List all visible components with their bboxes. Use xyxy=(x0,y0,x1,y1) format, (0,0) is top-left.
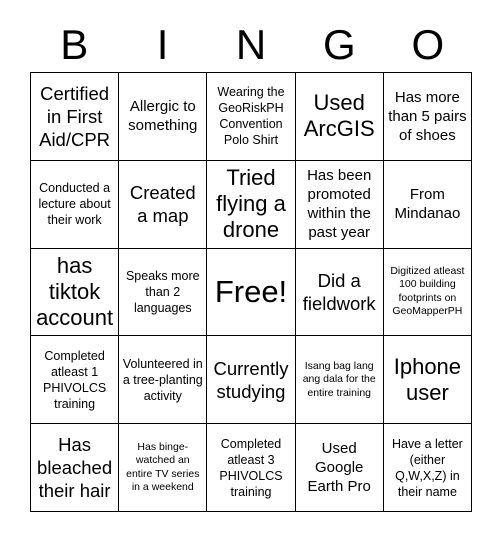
bingo-cell-r1c4[interactable]: Used ArcGIS xyxy=(295,73,384,161)
bingo-cell-r2c4[interactable]: Has been promoted within the past year xyxy=(295,160,384,249)
bingo-cell-label: Digitized atleast 100 building footprint… xyxy=(390,264,465,318)
bingo-cell-label: Allergic to something xyxy=(128,98,198,135)
bingo-cell-r1c3[interactable]: Wearing the GeoRiskPH Convention Polo Sh… xyxy=(207,73,296,161)
bingo-cell-r3c1[interactable]: has tiktok account xyxy=(31,248,120,337)
bingo-cell-label: Created a map xyxy=(129,182,196,227)
bingo-cell-label: Completed atleast 1 PHIVOLCS training xyxy=(42,348,107,411)
bingo-cell-label: Iphone user xyxy=(393,353,462,405)
bingo-cell-label: has tiktok account xyxy=(36,252,114,330)
bingo-cell-r3c5[interactable]: Digitized atleast 100 building footprint… xyxy=(383,248,472,337)
bingo-header-letter-o: O xyxy=(411,21,445,68)
bingo-cell-r4c2[interactable]: Volunteered in a tree-planting activity xyxy=(119,336,208,425)
bingo-cell-label: Certified in First Aid/CPR xyxy=(39,82,111,150)
bingo-cell-r4c1[interactable]: Completed atleast 1 PHIVOLCS training xyxy=(31,336,120,425)
bingo-cell-label: Free! xyxy=(214,273,288,309)
bingo-cell-label: Conducted a lecture about their work xyxy=(38,181,111,228)
bingo-cell-label: Volunteered in a tree-planting activity xyxy=(122,356,203,403)
bingo-cell-label: Has bleached their hair xyxy=(37,434,113,502)
bingo-cell-r3c4[interactable]: Did a fieldwork xyxy=(295,248,384,337)
bingo-cell-r3c2[interactable]: Speaks more than 2 languages xyxy=(119,248,208,337)
bingo-cell-r1c2[interactable]: Allergic to something xyxy=(119,73,208,161)
bingo-cell-r4c3[interactable]: Currently studying xyxy=(207,336,296,425)
bingo-cell-label: Tried flying a drone xyxy=(216,165,286,243)
bingo-cell-r2c1[interactable]: Conducted a lecture about their work xyxy=(31,160,120,249)
bingo-header: B I N G O xyxy=(30,18,472,72)
bingo-cell-label: Has more than 5 pairs of shoes xyxy=(388,88,467,144)
bingo-cell-r1c5[interactable]: Has more than 5 pairs of shoes xyxy=(383,73,472,161)
bingo-cell-r2c3[interactable]: Tried flying a drone xyxy=(207,160,296,249)
bingo-cell-r5c5[interactable]: Have a letter (either Q,W,X,Z) in their … xyxy=(383,424,472,512)
bingo-cell-r1c1[interactable]: Certified in First Aid/CPR xyxy=(31,73,120,161)
bingo-cell-label: Used ArcGIS xyxy=(303,90,375,142)
bingo-cell-label: Currently studying xyxy=(213,357,289,402)
bingo-header-letter-b: B xyxy=(60,21,89,68)
bingo-grid: Certified in First Aid/CPR Allergic to so… xyxy=(30,72,472,512)
bingo-cell-r2c2[interactable]: Created a map xyxy=(119,160,208,249)
bingo-cell-label: Used Google Earth Pro xyxy=(307,440,371,496)
bingo-header-letter-n: N xyxy=(235,21,267,68)
bingo-cell-r5c2[interactable]: Has binge-watched an entire TV series in… xyxy=(119,424,208,512)
bingo-cell-r5c4[interactable]: Used Google Earth Pro xyxy=(295,424,384,512)
bingo-cell-r2c5[interactable]: From Mindanao xyxy=(383,160,472,249)
bingo-cell-r3c3[interactable]: Free! xyxy=(207,248,296,337)
bingo-cell-r4c5[interactable]: Iphone user xyxy=(383,336,472,425)
bingo-cell-label: Completed atleast 3 PHIVOLCS training xyxy=(219,436,283,499)
bingo-header-letter-i: I xyxy=(156,21,169,68)
bingo-cell-label: From Mindanao xyxy=(394,186,461,223)
bingo-cell-r4c4[interactable]: Isang bag lang ang dala for the entire t… xyxy=(295,336,384,425)
bingo-cell-label: Speaks more than 2 languages xyxy=(125,268,200,315)
bingo-cell-label: Has been promoted within the past year xyxy=(307,167,372,242)
bingo-cell-label: Wearing the GeoRiskPH Convention Polo Sh… xyxy=(217,85,285,148)
bingo-cell-label: Did a fieldwork xyxy=(302,269,376,314)
bingo-cell-r5c1[interactable]: Has bleached their hair xyxy=(31,424,120,512)
bingo-cell-label: Have a letter (either Q,W,X,Z) in their … xyxy=(391,436,463,499)
bingo-cell-label: Isang bag lang ang dala for the entire t… xyxy=(302,359,376,399)
bingo-cell-r5c3[interactable]: Completed atleast 3 PHIVOLCS training xyxy=(207,424,296,512)
bingo-cell-label: Has binge-watched an entire TV series in… xyxy=(126,440,200,494)
bingo-header-letter-g: G xyxy=(323,21,356,68)
bingo-card: B I N G O Certified in First Aid/CPR Alle… xyxy=(0,0,500,544)
